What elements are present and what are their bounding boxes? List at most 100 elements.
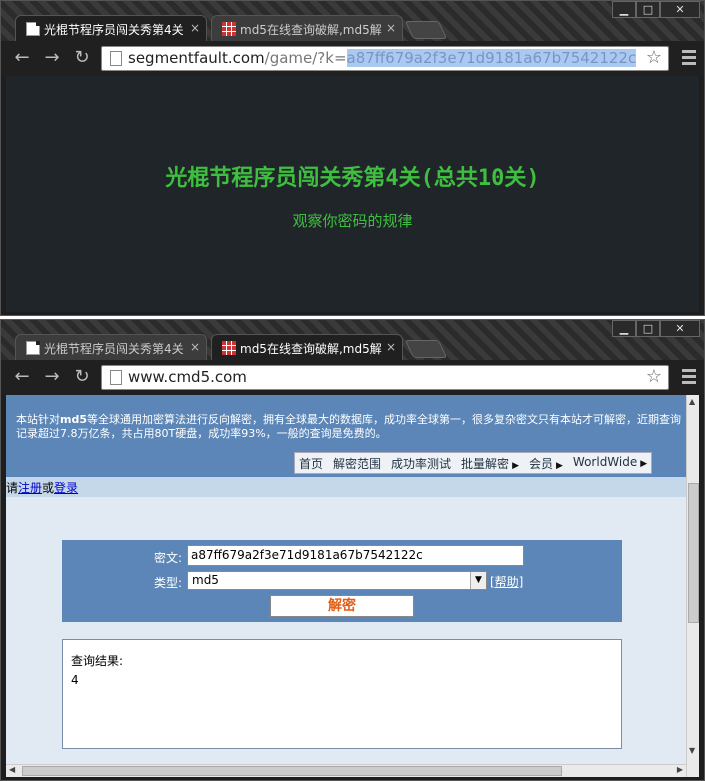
scroll-thumb[interactable] — [688, 483, 699, 623]
intro-text: 等全球通用加密算法进行反向解密，拥有全球最大的数据库，成功率全球第一，很多复杂密… — [16, 413, 681, 440]
scroll-left-icon[interactable]: ◀ — [9, 765, 15, 774]
document-icon — [26, 341, 40, 355]
new-tab-button[interactable] — [404, 21, 448, 39]
caret-right-icon: ▶ — [512, 461, 519, 471]
tab-close-icon[interactable]: × — [386, 340, 396, 354]
page-subtitle: 观察你密码的规律 — [292, 212, 413, 230]
new-tab-button[interactable] — [404, 340, 448, 358]
chrome-menu-icon[interactable] — [682, 50, 696, 66]
vertical-scrollbar[interactable]: ▲ ▼ — [686, 395, 699, 777]
maximize-button[interactable]: □ — [636, 1, 660, 18]
tab-strip: 光棍节程序员闯关秀第4关 × md5在线查询破解,md5解 × ▁ □ ✕ — [1, 320, 704, 361]
caret-right-icon: ▶ — [556, 461, 563, 471]
chrome-menu-icon[interactable] — [682, 369, 696, 385]
tab-segmentfault-game[interactable]: 光棍节程序员闯关秀第4关 × — [15, 15, 207, 42]
intro-md5: md5 — [60, 413, 87, 426]
cmd5-grid-icon — [222, 341, 236, 355]
site-header: 本站针对md5等全球通用加密算法进行反向解密，拥有全球最大的数据库，成功率全球第… — [6, 395, 686, 477]
tab-label: 光棍节程序员闯关秀第4关 — [44, 23, 184, 37]
tab-segmentfault-game[interactable]: 光棍节程序员闯关秀第4关 × — [15, 334, 207, 361]
nav-member[interactable]: 会员 ▶ — [529, 455, 563, 471]
decrypt-button[interactable]: 解密 — [270, 595, 414, 617]
intro-text: 本站针对 — [16, 413, 60, 426]
reload-icon[interactable]: ↻ — [71, 47, 93, 69]
tab-label: 光棍节程序员闯关秀第4关 — [44, 342, 184, 356]
tab-cmd5[interactable]: md5在线查询破解,md5解 × — [211, 334, 403, 361]
bookmark-star-icon[interactable]: ☆ — [646, 366, 662, 387]
address-bar[interactable]: segmentfault.com/game/?k=a87ff679a2f3e71… — [101, 46, 669, 71]
tab-label: md5在线查询破解,md5解 — [240, 342, 382, 356]
nav-label: WorldWide — [572, 455, 638, 469]
browser-toolbar: ← → ↻ segmentfault.com/game/?k=a87ff679a… — [1, 41, 704, 76]
chevron-down-icon: ▼ — [470, 572, 486, 589]
nav-label: 会员 — [528, 457, 553, 471]
back-arrow-icon[interactable]: ← — [11, 366, 33, 388]
close-window-button[interactable]: ✕ — [660, 320, 700, 337]
nav-label: 成功率测试 — [391, 457, 452, 471]
tab-label: md5在线查询破解,md5解 — [240, 23, 382, 37]
register-link[interactable]: 注册 — [18, 481, 42, 495]
type-select-value: md5 — [192, 573, 219, 587]
reload-icon[interactable]: ↻ — [71, 366, 93, 388]
url-host: segmentfault.com — [128, 49, 265, 67]
login-link[interactable]: 登录 — [54, 481, 78, 495]
back-arrow-icon[interactable]: ← — [11, 47, 33, 69]
type-select[interactable]: md5 ▼ — [187, 571, 487, 590]
url-path: /game/?k= — [264, 49, 347, 67]
decrypt-form: 密文: a87ff679a2f3e71d9181a67b7542122c 类型:… — [62, 540, 622, 622]
tab-close-icon[interactable]: × — [190, 340, 200, 354]
result-panel: 查询结果: 4 — [62, 639, 622, 749]
minimize-button[interactable]: ▁ — [612, 1, 636, 18]
browser-window-cmd5: 光棍节程序员闯关秀第4关 × md5在线查询破解,md5解 × ▁ □ ✕ ← … — [0, 319, 705, 781]
nav-label: 首页 — [299, 457, 324, 471]
result-label: 查询结果: — [71, 654, 124, 668]
browser-toolbar: ← → ↻ www.cmd5.com ☆ — [1, 360, 704, 395]
site-nav: 首页 解密范围 成功率测试 批量解密 ▶ 会员 ▶ WorldWide ▶ — [294, 452, 653, 474]
scroll-up-icon[interactable]: ▲ — [689, 397, 695, 406]
login-row: 请注册或登录 — [6, 477, 686, 497]
tab-cmd5[interactable]: md5在线查询破解,md5解 × — [211, 15, 403, 42]
address-bar[interactable]: www.cmd5.com ☆ — [101, 365, 669, 390]
cipher-label: 密文: — [154, 551, 183, 565]
scroll-right-icon[interactable]: ▶ — [677, 765, 683, 774]
minimize-button[interactable]: ▁ — [612, 320, 636, 337]
caret-right-icon: ▶ — [640, 459, 648, 469]
scroll-thumb[interactable] — [22, 766, 562, 776]
document-icon — [26, 22, 40, 36]
tab-strip: 光棍节程序员闯关秀第4关 × md5在线查询破解,md5解 × ▁ □ ✕ — [1, 1, 704, 42]
close-window-button[interactable]: ✕ — [660, 1, 700, 18]
tab-close-icon[interactable]: × — [386, 21, 396, 35]
page-icon — [110, 370, 122, 385]
bookmark-star-icon[interactable]: ☆ — [646, 47, 662, 68]
page-title: 光棍节程序员闯关秀第4关(总共10关) — [165, 166, 540, 191]
url-selected-key: a87ff679a2f3e71d9181a67b7542122c — [346, 49, 637, 67]
forward-arrow-icon[interactable]: → — [41, 366, 63, 388]
type-label: 类型: — [154, 576, 183, 590]
login-prefix: 请 — [6, 481, 19, 495]
nav-label: 解密范围 — [333, 457, 382, 471]
page-content: 光棍节程序员闯关秀第4关(总共10关) 观察你密码的规律 — [6, 76, 699, 312]
login-or: 或 — [42, 481, 55, 495]
url-host: www.cmd5.com — [128, 368, 247, 386]
nav-success-test[interactable]: 成功率测试 — [391, 455, 451, 471]
nav-worldwide[interactable]: WorldWide ▶ — [573, 455, 647, 471]
cipher-input[interactable]: a87ff679a2f3e71d9181a67b7542122c — [187, 545, 524, 566]
nav-label: 批量解密 — [461, 457, 510, 471]
page-content: 本站针对md5等全球通用加密算法进行反向解密，拥有全球最大的数据库，成功率全球第… — [6, 395, 699, 777]
horizontal-scrollbar[interactable]: ◀ ▶ — [6, 764, 686, 777]
nav-home[interactable]: 首页 — [299, 455, 323, 471]
browser-window-segmentfault: 光棍节程序员闯关秀第4关 × md5在线查询破解,md5解 × ▁ □ ✕ ← … — [0, 0, 705, 316]
page-icon — [110, 51, 122, 66]
window-controls: ▁ □ ✕ — [612, 320, 700, 337]
scroll-down-icon[interactable]: ▼ — [689, 746, 695, 755]
tab-close-icon[interactable]: × — [190, 21, 200, 35]
window-controls: ▁ □ ✕ — [612, 1, 700, 18]
help-link[interactable]: [帮助] — [490, 573, 523, 590]
result-value: 4 — [71, 673, 79, 687]
maximize-button[interactable]: □ — [636, 320, 660, 337]
forward-arrow-icon[interactable]: → — [41, 47, 63, 69]
nav-range[interactable]: 解密范围 — [333, 455, 381, 471]
cmd5-grid-icon — [222, 22, 236, 36]
site-intro: 本站针对md5等全球通用加密算法进行反向解密，拥有全球最大的数据库，成功率全球第… — [16, 413, 684, 441]
nav-batch[interactable]: 批量解密 ▶ — [461, 455, 519, 471]
